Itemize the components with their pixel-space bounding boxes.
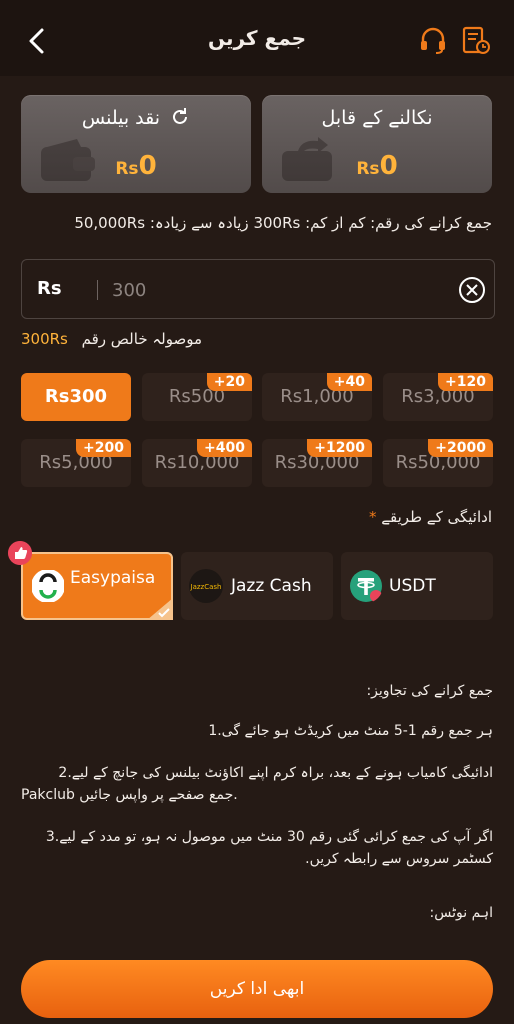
bonus-badge: +20 <box>206 373 252 391</box>
net-amount-value: 300Rs <box>21 330 68 348</box>
bonus-badge: +400 <box>197 439 252 457</box>
preset-amount-3000[interactable]: Rs3,000 +120 <box>383 373 493 421</box>
withdrawable-title: نکالنے کے قابل <box>321 107 433 129</box>
payment-methods-title: ادائیگی کے طریقے <box>381 508 492 526</box>
tether-logo-icon <box>350 570 382 602</box>
payment-method-easypaisa[interactable]: Easypaisa <box>21 552 173 620</box>
bonus-badge: +40 <box>326 373 372 391</box>
bonus-badge: +200 <box>76 439 131 457</box>
divider <box>97 280 98 300</box>
currency-label: Rs <box>37 278 62 299</box>
headset-icon[interactable] <box>417 24 449 56</box>
refresh-icon[interactable] <box>170 107 190 127</box>
pay-now-button[interactable]: ابھی ادا کریں <box>21 960 493 1018</box>
amount-input[interactable] <box>110 274 414 306</box>
preset-amount-500[interactable]: Rs500 +20 <box>142 373 252 421</box>
bonus-badge: +1200 <box>307 439 372 457</box>
bonus-badge: +2000 <box>428 439 493 457</box>
required-mark: * <box>368 508 377 526</box>
clear-icon[interactable] <box>458 276 486 304</box>
cash-balance-title: نقد بیلنس <box>21 107 251 129</box>
selected-check-icon <box>147 598 173 620</box>
tips-heading: جمع کرانے کی تجاویز: <box>366 683 493 699</box>
tip-item: اگر آپ کی جمع کرائی گئی رقم 30 منٹ میں م… <box>45 829 493 845</box>
top-bar: جمع کریں <box>0 0 514 76</box>
jazzcash-label: Jazz Cash <box>231 576 312 596</box>
payment-method-usdt[interactable]: USDT <box>341 552 493 620</box>
amount-field[interactable]: Rs <box>21 259 495 319</box>
thumbs-up-icon <box>8 541 32 565</box>
cash-balance-card: نقد بیلنس Rs0 <box>21 95 251 193</box>
preset-amount-5000[interactable]: Rs5,000 +200 <box>21 439 131 487</box>
deposit-limit-text: جمع کرانے کی رقم: کم از کم: 300Rs زیادہ … <box>74 214 492 232</box>
usdt-label: USDT <box>389 576 436 596</box>
history-record-icon[interactable] <box>460 24 492 56</box>
tip-item: Pakclub جمع صفحے پر واپس جائیں. <box>21 787 238 803</box>
preset-amount-1000[interactable]: Rs1,000 +40 <box>262 373 372 421</box>
tip-item: ادائیگی کامیاب ہونے کے بعد، براہ کرم اپن… <box>58 765 493 781</box>
net-amount-label: موصولہ خالص رقم <box>81 330 202 348</box>
preset-amount-50000[interactable]: Rs50,000 +2000 <box>383 439 493 487</box>
cash-balance-amount: Rs0 <box>115 151 157 181</box>
svg-text:JazzCash: JazzCash <box>190 583 222 591</box>
jazzcash-logo-icon: JazzCash <box>189 569 223 603</box>
easypaisa-logo-icon <box>32 570 64 602</box>
preset-label: Rs300 <box>44 386 108 407</box>
withdrawable-amount: Rs0 <box>356 151 398 181</box>
payment-methods-label: * ادائیگی کے طریقے <box>369 508 492 526</box>
tip-item: ہر جمع رقم 1-5 منٹ میں کریڈٹ ہو جائے گی.… <box>208 723 493 739</box>
preset-amount-30000[interactable]: Rs30,000 +1200 <box>262 439 372 487</box>
important-notice: اہم نوٹس: <box>429 905 493 921</box>
easypaisa-label: Easypaisa <box>70 568 156 588</box>
preset-amount-300[interactable]: Rs300 <box>21 373 131 421</box>
withdrawable-balance-card: نکالنے کے قابل Rs0 <box>262 95 492 193</box>
payment-method-jazzcash[interactable]: JazzCash Jazz Cash <box>181 552 333 620</box>
preset-amount-10000[interactable]: Rs10,000 +400 <box>142 439 252 487</box>
bonus-badge: +120 <box>438 373 493 391</box>
tip-item: کسٹمر سروس سے رابطہ کریں. <box>305 851 493 867</box>
